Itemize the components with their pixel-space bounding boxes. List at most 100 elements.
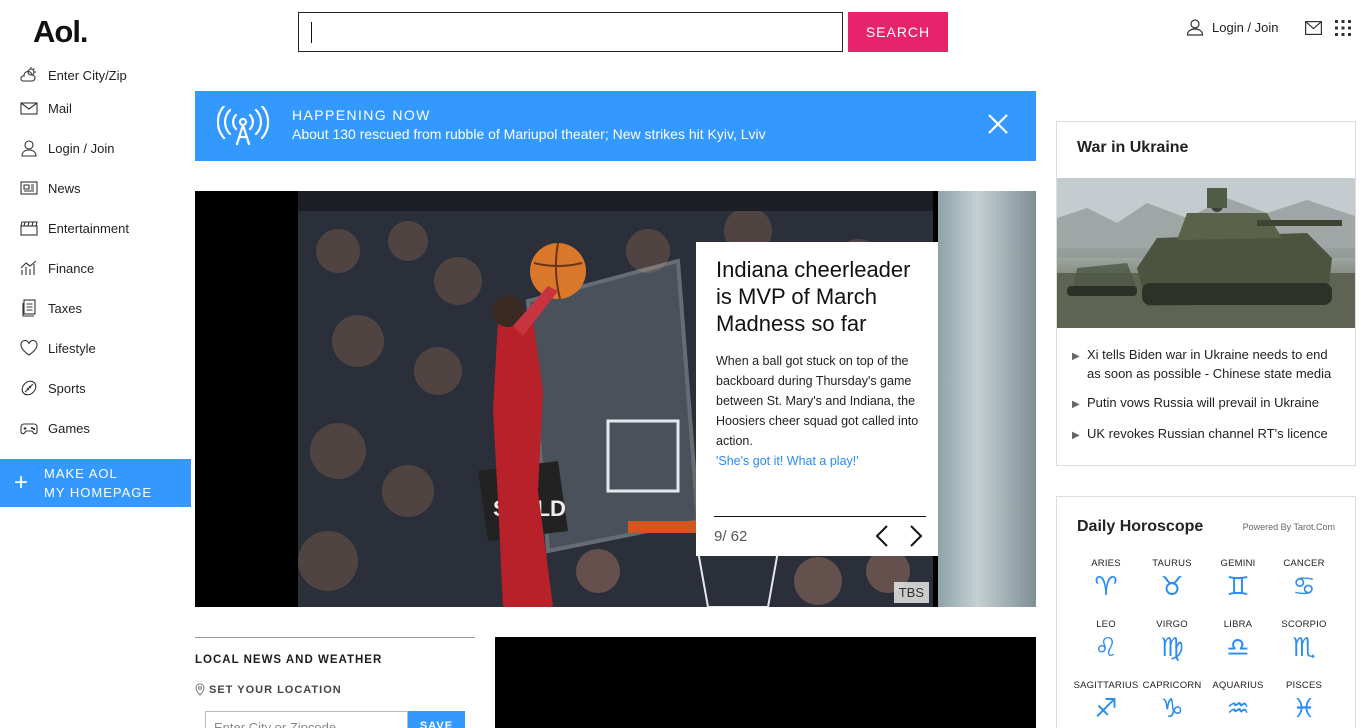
search-box[interactable] (298, 12, 843, 52)
plus-icon: + (14, 469, 29, 496)
broadcast-icon (217, 106, 269, 146)
chevron-left-icon[interactable] (874, 524, 890, 548)
zodiac-name: ARIES (1091, 558, 1121, 569)
banner-title: HAPPENING NOW (292, 107, 431, 123)
sidebar-item-entertainment[interactable]: Entertainment (0, 208, 191, 248)
location-pin-icon (195, 683, 205, 696)
bullet-triangle-icon: ▶ (1072, 351, 1080, 362)
sidebar-item-mail[interactable]: Mail (0, 88, 191, 128)
sidebar: Enter City/Zip Mail Login / Join News En… (0, 62, 191, 448)
sidebar-item-games[interactable]: Games (0, 408, 191, 448)
zodiac-sagittarius[interactable]: SAGITTARIUS ♐ (1073, 680, 1139, 728)
virgo-icon: ♍ (1160, 633, 1184, 663)
sidebar-item-label: Sports (48, 380, 86, 396)
war-headline-item[interactable]: ▶ UK revokes Russian channel RT's licence (1072, 424, 1342, 445)
mail-icon[interactable] (1305, 21, 1322, 35)
sidebar-item-weather[interactable]: Enter City/Zip (0, 62, 191, 88)
zodiac-name: PISCES (1285, 680, 1323, 691)
mail-icon (20, 102, 38, 115)
aries-icon: ♈ (1094, 572, 1118, 602)
hero-link[interactable]: 'She's got it! What a play!' (716, 451, 923, 471)
zodiac-capricorn[interactable]: CAPRICORN ♑ (1139, 680, 1205, 728)
sidebar-item-label: Enter City/Zip (48, 67, 127, 83)
horoscope-powered-by[interactable]: Powered By Tarot.Com (1243, 522, 1335, 532)
set-location-label: SET YOUR LOCATION (209, 683, 342, 696)
image-credit: TBS (893, 582, 929, 603)
leo-icon: ♌ (1094, 633, 1118, 663)
close-icon[interactable] (987, 113, 1009, 135)
sidebar-item-finance[interactable]: Finance (0, 248, 191, 288)
happening-now-banner[interactable]: HAPPENING NOW About 130 rescued from rub… (195, 91, 1036, 161)
local-news-title: LOCAL NEWS AND WEATHER (195, 654, 383, 666)
zodiac-name: CANCER (1283, 558, 1325, 569)
slide-counter: 9/ 62 (714, 527, 748, 545)
zodiac-cancer[interactable]: CANCER ♋ (1271, 558, 1337, 609)
hero-title[interactable]: Indiana cheerleader is MVP of March Madn… (716, 256, 923, 337)
sidebar-item-label: Lifestyle (48, 340, 96, 356)
chevron-right-icon[interactable] (908, 524, 924, 548)
sidebar-item-news[interactable]: News (0, 168, 191, 208)
gamepad-icon (20, 423, 38, 435)
banner-headline[interactable]: About 130 rescued from rubble of Mariupo… (292, 126, 766, 142)
news-icon (20, 181, 38, 195)
taurus-icon: ♉ (1160, 572, 1184, 602)
video-player[interactable] (495, 637, 1036, 728)
zodiac-grid: ARIES ♈ TAURUS ♉ GEMINI ♊ CANCER ♋ LEO ♌ VIRG… (1073, 558, 1337, 728)
zodiac-aquarius[interactable]: AQUARIUS ♒ (1205, 680, 1271, 728)
save-location-button[interactable]: SAVE (408, 711, 465, 728)
aquarius-icon: ♒ (1226, 694, 1250, 724)
zodiac-virgo[interactable]: VIRGO ♍ (1139, 619, 1205, 670)
gemini-icon: ♊ (1226, 572, 1250, 602)
zodiac-aries[interactable]: ARIES ♈ (1073, 558, 1139, 609)
sidebar-item-label: Finance (48, 260, 95, 276)
zodiac-name: CAPRICORN (1142, 680, 1202, 691)
war-headline-item[interactable]: ▶ Putin vows Russia will prevail in Ukrai… (1072, 393, 1342, 414)
pisces-icon: ♓ (1292, 694, 1316, 724)
sidebar-item-sports[interactable]: Sports (0, 368, 191, 408)
zodiac-pisces[interactable]: PISCES ♓ (1271, 680, 1337, 728)
next-slide-preview (938, 191, 1036, 607)
tank-photo (1057, 178, 1355, 328)
aol-logo[interactable]: Aol. (33, 14, 89, 50)
sidebar-item-login[interactable]: Login / Join (0, 128, 191, 168)
make-aol-label: MAKE AOL MY HOMEPAGE (44, 464, 152, 502)
zodiac-name: AQUARIUS (1212, 680, 1264, 691)
previous-slide-preview (195, 191, 293, 607)
document-icon (22, 299, 36, 317)
zodiac-leo[interactable]: LEO ♌ (1073, 619, 1139, 670)
cancer-icon: ♋ (1292, 572, 1316, 602)
sidebar-item-label: News (48, 180, 81, 196)
heart-icon (20, 339, 38, 356)
war-headline-item[interactable]: ▶ Xi tells Biden war in Ukraine needs to … (1072, 345, 1342, 383)
daily-horoscope-module: Daily Horoscope Powered By Tarot.Com ARI… (1056, 496, 1356, 728)
scorpio-icon: ♏ (1292, 633, 1316, 663)
zodiac-scorpio[interactable]: SCORPIO ♏ (1271, 619, 1337, 670)
hero-card[interactable]: Indiana cheerleader is MVP of March Madn… (696, 242, 938, 556)
sidebar-item-taxes[interactable]: Taxes (0, 288, 191, 328)
zodiac-name: VIRGO (1156, 619, 1188, 630)
zodiac-gemini[interactable]: GEMINI ♊ (1205, 558, 1271, 609)
search-input[interactable] (299, 13, 842, 51)
top-login-link[interactable]: Login / Join (1186, 18, 1279, 36)
clapper-icon (20, 221, 38, 236)
make-aol-line2: MY HOMEPAGE (44, 485, 153, 500)
capricorn-icon: ♑ (1160, 694, 1184, 724)
war-module-title[interactable]: War in Ukraine (1077, 139, 1188, 157)
apps-grid-icon[interactable] (1335, 20, 1351, 36)
ball-icon (21, 380, 37, 396)
make-aol-line1: MAKE AOL (44, 466, 118, 481)
bullet-triangle-icon: ▶ (1072, 430, 1080, 441)
zodiac-taurus[interactable]: TAURUS ♉ (1139, 558, 1205, 609)
search-button[interactable]: SEARCH (848, 12, 948, 52)
make-aol-homepage-button[interactable]: + MAKE AOL MY HOMEPAGE (0, 459, 191, 507)
zipcode-input[interactable]: Enter City or Zipcode (205, 711, 408, 728)
zodiac-libra[interactable]: LIBRA ♎ (1205, 619, 1271, 670)
sidebar-item-lifestyle[interactable]: Lifestyle (0, 328, 191, 368)
set-location-link[interactable]: SET YOUR LOCATION (195, 683, 475, 696)
user-icon (1186, 19, 1204, 36)
bullet-triangle-icon: ▶ (1072, 399, 1080, 410)
sidebar-item-label: Entertainment (48, 220, 129, 236)
user-icon (21, 140, 37, 157)
weather-icon (20, 67, 36, 82)
war-module-image[interactable] (1057, 178, 1355, 328)
